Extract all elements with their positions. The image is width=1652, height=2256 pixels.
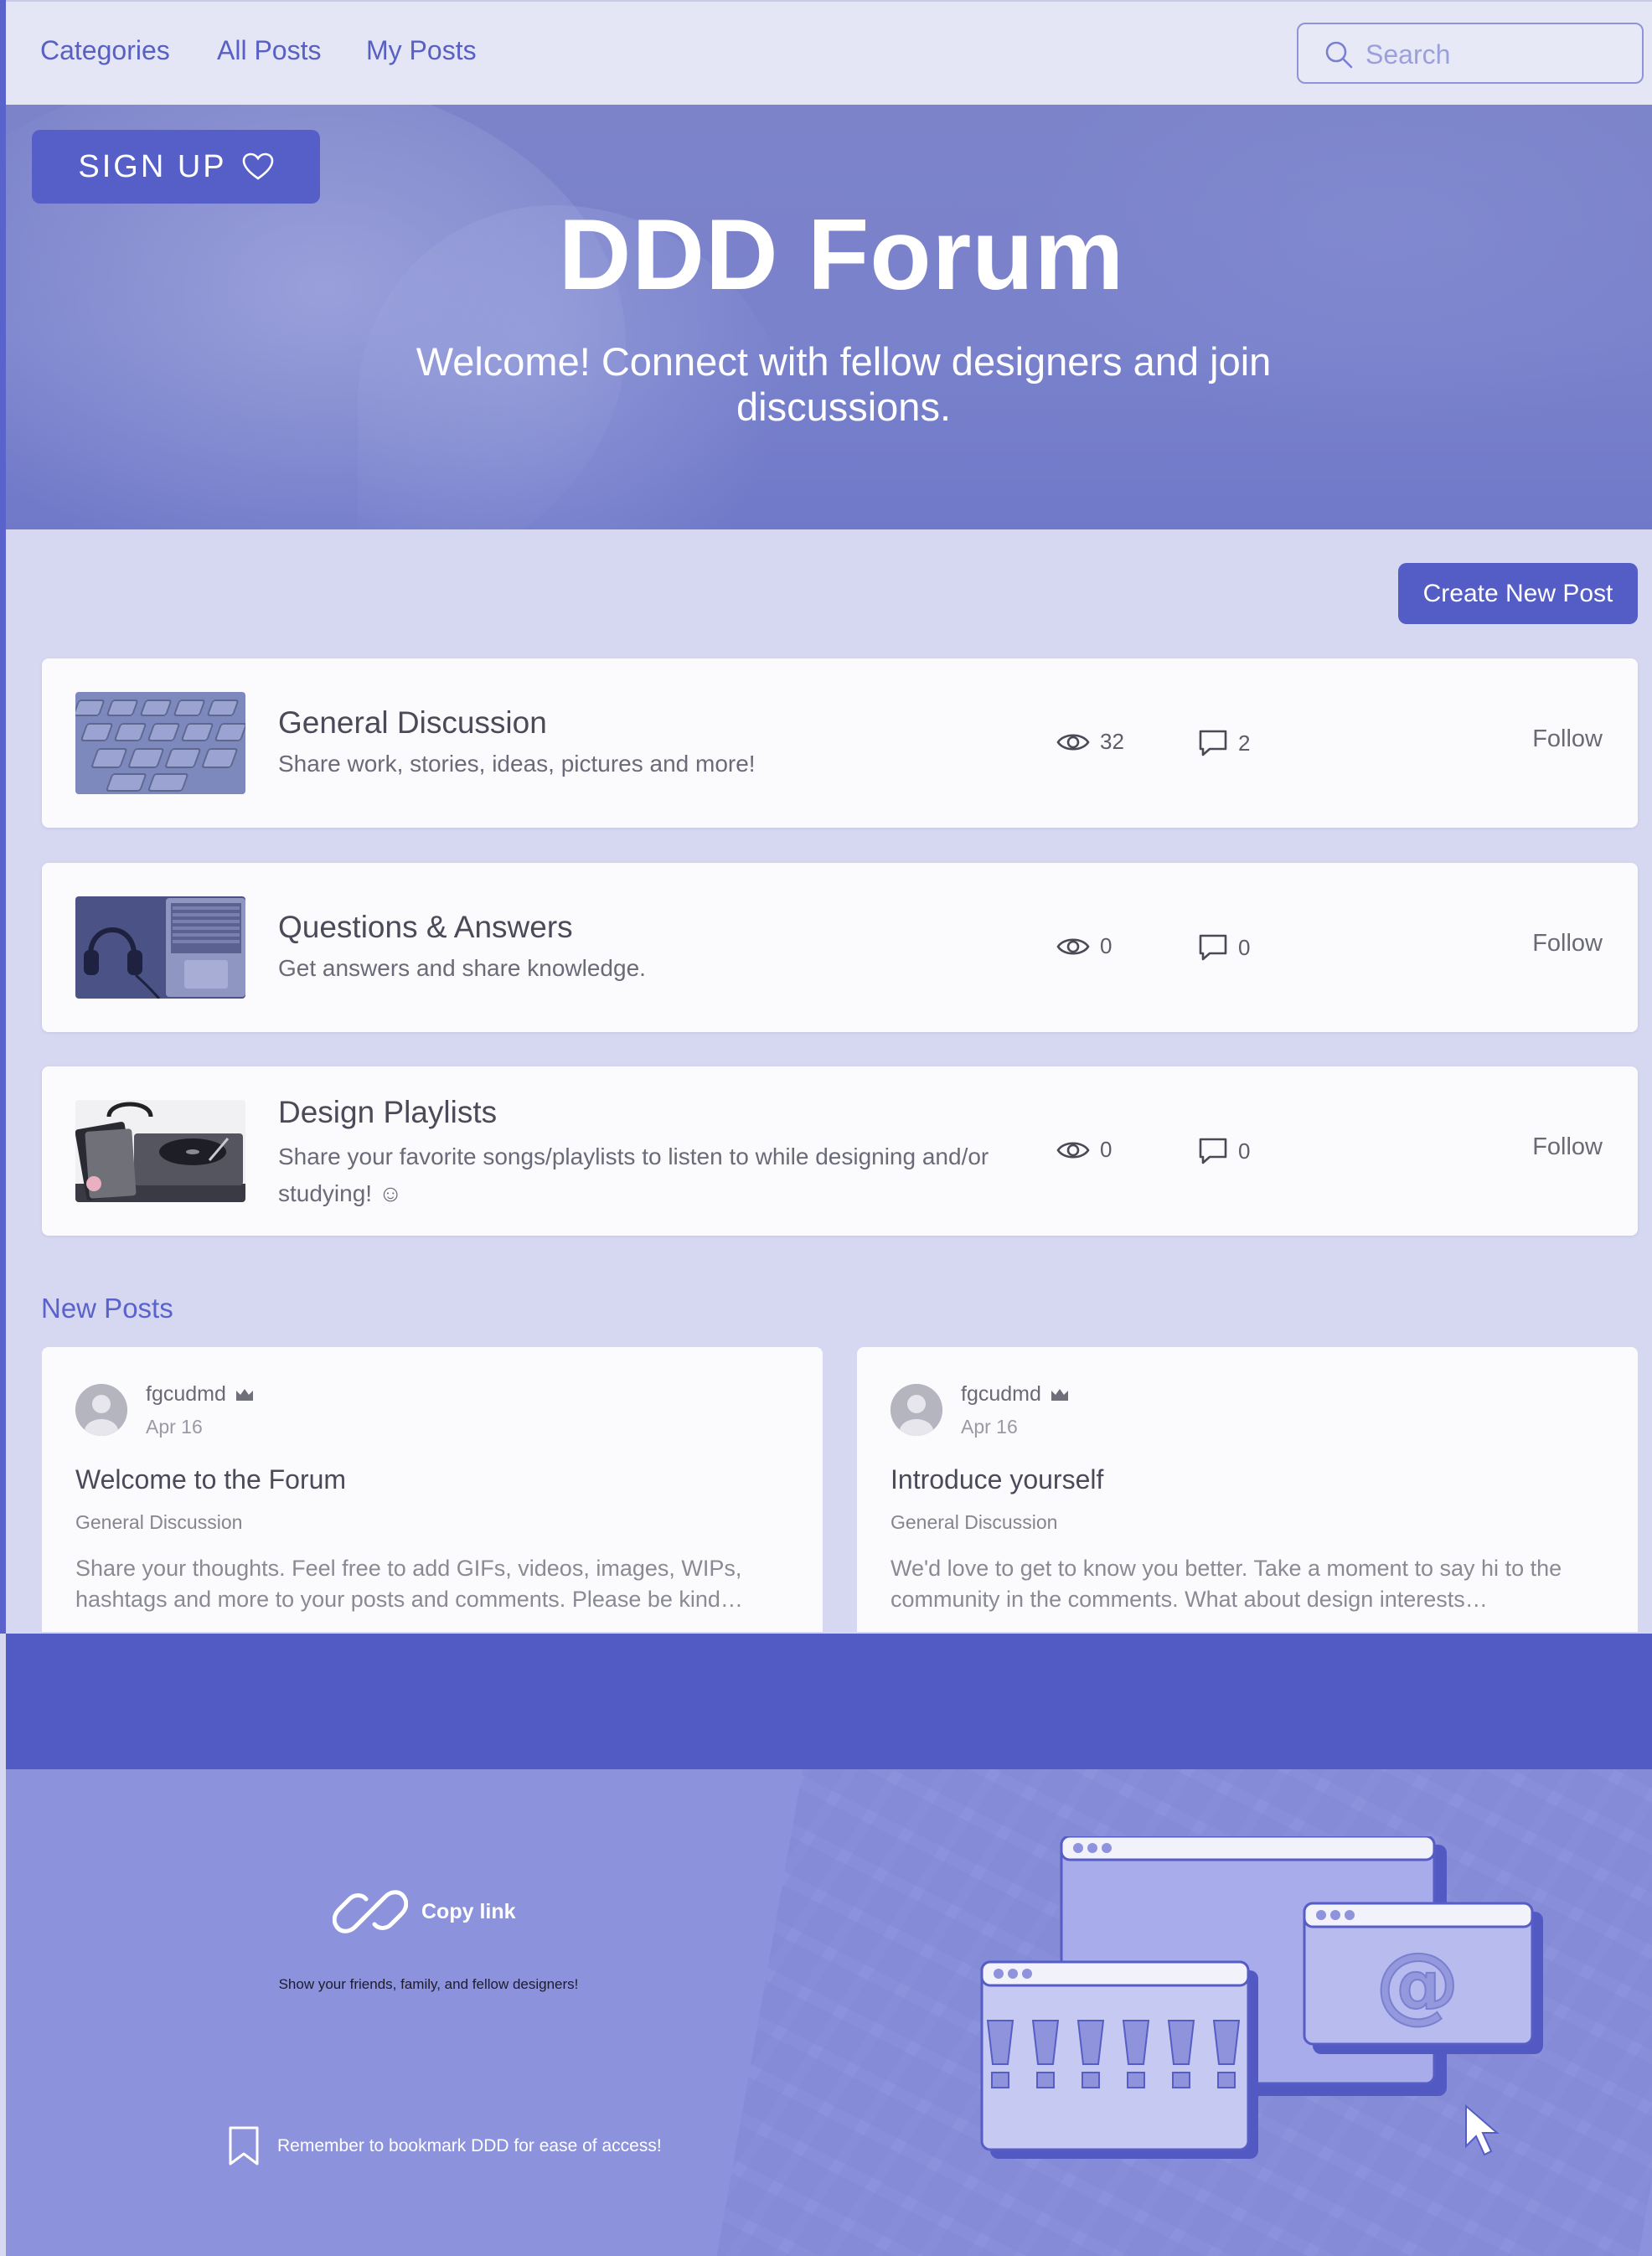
new-posts-heading: New Posts xyxy=(41,1293,173,1324)
category-title[interactable]: Questions & Answers xyxy=(278,910,573,945)
comments-stat: 0 xyxy=(1198,933,1250,962)
avatar xyxy=(75,1384,127,1436)
hero-banner: SIGN UP DDD Forum Welcome! Connect with … xyxy=(6,105,1652,529)
category-card-design-playlists[interactable]: Design Playlists Share your favorite son… xyxy=(42,1066,1638,1236)
category-thumbnail xyxy=(75,896,245,999)
heart-icon xyxy=(242,152,273,180)
comments-count: 0 xyxy=(1238,1138,1251,1164)
top-nav: Categories All Posts My Posts xyxy=(6,0,1652,105)
sign-up-button[interactable]: SIGN UP xyxy=(32,130,320,204)
category-card-general-discussion[interactable]: General Discussion Share work, stories, … xyxy=(42,658,1638,828)
author-name: fgcudmd xyxy=(146,1382,226,1406)
footer-band xyxy=(6,1634,1652,1769)
comment-icon xyxy=(1199,934,1227,961)
eye-icon xyxy=(1056,733,1090,751)
post-excerpt: Share your thoughts. Feel free to add GI… xyxy=(75,1556,743,1612)
eye-icon xyxy=(1056,937,1090,955)
post-excerpt: We'd love to get to know you better. Tak… xyxy=(891,1556,1562,1612)
post-author[interactable]: fgcudmd xyxy=(146,1382,255,1407)
create-new-post-button[interactable]: Create New Post xyxy=(1398,563,1638,624)
category-title[interactable]: General Discussion xyxy=(278,705,547,741)
author-name: fgcudmd xyxy=(961,1382,1041,1406)
nav-link-my-posts[interactable]: My Posts xyxy=(366,35,477,66)
search-box[interactable] xyxy=(1297,23,1644,84)
footer: Copy link Show your friends, family, and… xyxy=(6,1769,1652,2256)
views-stat: 0 xyxy=(1056,933,1112,959)
copy-link-label: Copy link xyxy=(421,1899,516,1923)
category-thumbnail xyxy=(75,1100,245,1202)
crown-icon xyxy=(1051,1388,1068,1401)
link-icon xyxy=(333,1890,408,1933)
category-description: Share your favorite songs/playlists to l… xyxy=(278,1143,989,1206)
post-author[interactable]: fgcudmd xyxy=(961,1382,1070,1407)
post-card[interactable]: fgcudmd Apr 16 Welcome to the Forum Gene… xyxy=(42,1347,823,1632)
crown-icon xyxy=(235,1388,253,1401)
post-date: Apr 16 xyxy=(961,1416,1018,1438)
views-stat: 32 xyxy=(1056,729,1124,755)
post-date: Apr 16 xyxy=(146,1416,203,1438)
bookmark-text: Remember to bookmark DDD for ease of acc… xyxy=(277,2136,662,2155)
post-title[interactable]: Introduce yourself xyxy=(891,1464,1103,1495)
bookmark-reminder: Remember to bookmark DDD for ease of acc… xyxy=(225,2125,662,2167)
comments-count: 2 xyxy=(1238,730,1251,756)
follow-button[interactable]: Follow xyxy=(1532,1133,1603,1161)
category-description: Get answers and share knowledge. xyxy=(278,955,646,981)
hero-subtitle: Welcome! Connect with fellow designers a… xyxy=(416,339,1272,429)
search-icon xyxy=(1325,41,1353,69)
views-stat: 0 xyxy=(1056,1137,1112,1163)
svg-text:@: @ xyxy=(1376,1934,1459,2032)
category-title[interactable]: Design Playlists xyxy=(278,1095,497,1130)
views-count: 0 xyxy=(1100,1137,1113,1162)
bookmark-icon xyxy=(229,2126,259,2166)
post-category[interactable]: General Discussion xyxy=(891,1511,1057,1534)
nav-link-all-posts[interactable]: All Posts xyxy=(217,35,321,66)
category-card-questions-answers[interactable]: Questions & Answers Get answers and shar… xyxy=(42,863,1638,1032)
avatar xyxy=(891,1384,942,1436)
eye-icon xyxy=(1056,1141,1090,1159)
comment-icon xyxy=(1199,730,1227,756)
follow-button[interactable]: Follow xyxy=(1532,930,1603,958)
category-description: Share work, stories, ideas, pictures and… xyxy=(278,751,756,777)
category-thumbnail xyxy=(75,692,245,794)
post-card[interactable]: fgcudmd Apr 16 Introduce yourself Genera… xyxy=(857,1347,1638,1632)
post-category[interactable]: General Discussion xyxy=(75,1511,242,1534)
follow-button[interactable]: Follow xyxy=(1532,725,1603,753)
page-title: DDD Forum xyxy=(558,199,1125,311)
search-input[interactable] xyxy=(1365,36,1634,73)
comments-stat: 0 xyxy=(1198,1137,1250,1165)
comment-icon xyxy=(1199,1138,1227,1164)
comments-count: 0 xyxy=(1238,934,1251,960)
left-accent-line xyxy=(0,0,6,1634)
comments-stat: 2 xyxy=(1198,729,1250,757)
views-count: 0 xyxy=(1100,933,1113,958)
copy-link-button[interactable]: Copy link xyxy=(333,1874,516,1949)
browser-windows-illustration: @ xyxy=(980,1836,1543,2159)
share-message: Show your friends, family, and fellow de… xyxy=(278,1976,579,1992)
nav-link-categories[interactable]: Categories xyxy=(40,35,170,66)
sign-up-label: SIGN UP xyxy=(78,148,227,184)
post-title[interactable]: Welcome to the Forum xyxy=(75,1464,346,1495)
views-count: 32 xyxy=(1100,729,1124,754)
